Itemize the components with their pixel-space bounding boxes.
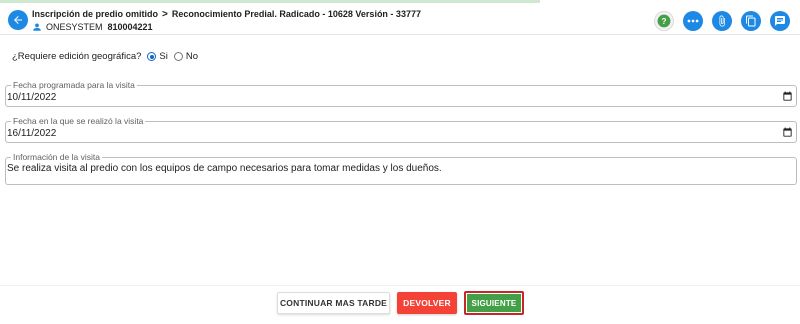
visit-info-text[interactable]: Se realiza visita al predio con los equi…	[7, 163, 442, 174]
comments-button[interactable]	[770, 11, 790, 31]
breadcrumb-item-activity: Reconocimiento Predial. Radicado - 10628…	[171, 9, 421, 19]
continue-later-button[interactable]: CONTINUAR MAS TARDE	[277, 292, 390, 314]
next-button-highlight: SIGUIENTE	[464, 291, 524, 315]
geo-option-no[interactable]: No	[173, 51, 198, 62]
return-button[interactable]: DEVOLVER	[397, 292, 457, 314]
actual-visit-date-label: Fecha en la que se realizó la visita	[11, 116, 146, 126]
help-icon: ?	[657, 14, 671, 28]
breadcrumb-separator: >	[162, 9, 168, 20]
documents-button[interactable]	[741, 11, 761, 31]
actual-visit-date-field[interactable]: Fecha en la que se realizó la visita 16/…	[5, 116, 797, 143]
geo-option-si-label: Si	[159, 51, 168, 62]
breadcrumb: Inscripción de predio omitido > Reconocimi…	[32, 9, 421, 20]
person-icon	[33, 23, 41, 31]
next-button[interactable]: SIGUIENTE	[467, 294, 521, 312]
header: Inscripción de predio omitido > Reconocimi…	[0, 3, 800, 35]
scheduled-visit-date-field[interactable]: Fecha programada para la visita 10/11/20…	[5, 80, 797, 107]
actual-visit-date-value[interactable]: 16/11/2022	[7, 128, 56, 139]
help-button[interactable]: ?	[654, 11, 674, 31]
geo-edit-question: ¿Requiere edición geográfica? Si No	[12, 51, 204, 62]
calendar-icon[interactable]	[782, 127, 793, 138]
geo-edit-label: ¿Requiere edición geográfica?	[12, 51, 142, 62]
geo-option-si[interactable]: Si	[147, 51, 168, 62]
radio-no[interactable]	[173, 52, 183, 61]
attachments-button[interactable]	[712, 11, 732, 31]
more-horizontal-icon	[687, 19, 699, 23]
calendar-icon[interactable]	[782, 91, 793, 102]
visit-info-label: Información de la visita	[11, 152, 102, 162]
scheduled-visit-date-label: Fecha programada para la visita	[11, 80, 137, 90]
visit-info-field[interactable]: Información de la visita Se realiza visi…	[5, 152, 797, 185]
breadcrumb-item-process: Inscripción de predio omitido	[32, 9, 159, 19]
header-actions: ?	[654, 11, 790, 31]
user-code: 810004221	[107, 22, 153, 32]
more-options-button[interactable]	[683, 11, 703, 31]
user-info: ONESYSTEM 810004221	[32, 22, 153, 32]
back-button[interactable]	[8, 10, 28, 30]
radio-si[interactable]	[147, 52, 157, 61]
scheduled-visit-date-value[interactable]: 10/11/2022	[7, 92, 56, 103]
paperclip-icon	[719, 15, 725, 27]
arrow-left-icon	[14, 16, 22, 24]
copy-icon	[746, 15, 756, 27]
svg-text:?: ?	[662, 17, 667, 26]
comment-icon	[775, 16, 785, 26]
user-name: ONESYSTEM	[46, 22, 103, 32]
footer-divider	[0, 285, 800, 286]
action-buttons: CONTINUAR MAS TARDE DEVOLVER SIGUIENTE	[0, 291, 800, 316]
geo-option-no-label: No	[185, 51, 198, 62]
